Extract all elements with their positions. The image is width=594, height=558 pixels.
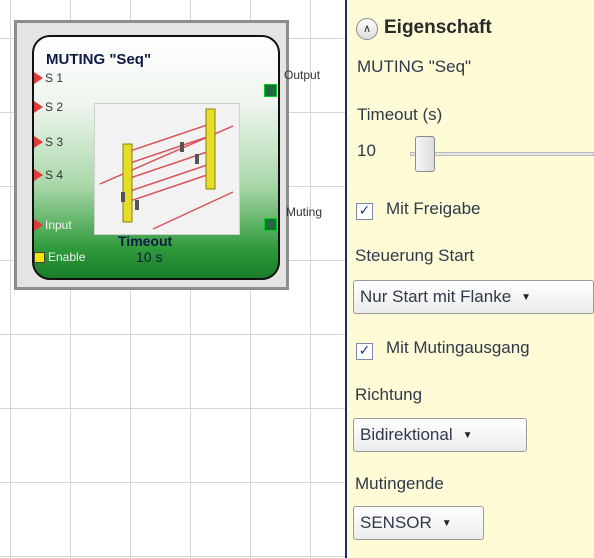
muting-function-block[interactable]: MUTING "Seq" S 1 S 2 S 3 S 4 Input Enabl… — [32, 35, 280, 280]
block-name-value: MUTING "Seq" — [357, 57, 472, 76]
input-pin-arrow-icon — [34, 72, 43, 84]
timeout-slider-thumb[interactable] — [415, 136, 435, 172]
input-pin-s3[interactable]: S 3 — [34, 135, 63, 149]
check-icon: ✓ — [358, 343, 371, 359]
muting-light-curtain-image — [94, 103, 240, 235]
block-timeout-label: Timeout — [118, 233, 173, 249]
input-pin-arrow-icon — [34, 169, 43, 181]
mit-freigabe-label: Mit Freigabe — [386, 199, 481, 218]
muting-output-port[interactable] — [264, 218, 277, 231]
steuerung-start-dropdown[interactable]: Nur Start mit Flanke ▼ — [353, 280, 594, 314]
mit-freigabe-checkbox[interactable]: ✓ — [356, 203, 373, 220]
check-icon: ✓ — [358, 203, 371, 219]
dropdown-arrow-icon: ▼ — [521, 291, 532, 303]
timeout-value: 10 — [357, 141, 376, 160]
input-pin-enable[interactable]: Enable — [34, 250, 85, 264]
input-pin-arrow-icon — [34, 101, 43, 113]
block-title: MUTING "Seq" — [46, 51, 152, 68]
panel-header: Eigenschaft — [384, 17, 492, 38]
timeout-label: Timeout (s) — [357, 105, 443, 124]
mutingende-dropdown[interactable]: SENSOR ▼ — [353, 506, 484, 540]
dropdown-arrow-icon: ▼ — [441, 517, 452, 529]
mit-mutingausgang-label: Mit Mutingausgang — [386, 338, 530, 357]
input-pin-s4[interactable]: S 4 — [34, 168, 63, 182]
input-pin-input[interactable]: Input — [34, 218, 72, 232]
input-pin-s2[interactable]: S 2 — [34, 100, 63, 114]
richtung-value: Bidirektional — [360, 425, 453, 444]
mutingende-label: Mutingende — [355, 474, 444, 493]
output-port-label: Output — [284, 68, 321, 82]
dropdown-arrow-icon: ▼ — [462, 429, 473, 441]
muting-port-label: Muting — [286, 205, 323, 219]
steuerung-start-label: Steuerung Start — [355, 246, 475, 265]
input-pin-arrow-icon — [34, 219, 43, 231]
chevron-up-icon[interactable]: ∧ — [356, 18, 378, 40]
richtung-dropdown[interactable]: Bidirektional ▼ — [353, 418, 527, 452]
richtung-label: Richtung — [355, 385, 423, 404]
mit-mutingausgang-checkbox[interactable]: ✓ — [356, 343, 373, 360]
output-port[interactable] — [264, 84, 277, 97]
enable-pin-icon — [34, 251, 45, 263]
timeout-slider-track[interactable] — [410, 152, 594, 156]
mutingende-value: SENSOR — [360, 513, 432, 532]
steuerung-start-value: Nur Start mit Flanke — [360, 287, 512, 306]
input-pin-s1[interactable]: S 1 — [34, 71, 63, 85]
input-pin-arrow-icon — [34, 136, 43, 148]
block-timeout-value: 10 s — [136, 249, 163, 265]
